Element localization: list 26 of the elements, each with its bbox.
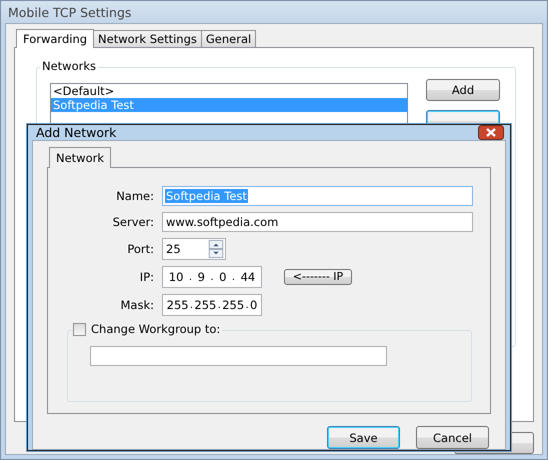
field-label: Mask: (120, 298, 154, 312)
group-label: Networks (40, 59, 98, 73)
spinner-icon[interactable] (208, 240, 224, 258)
tab[interactable]: Network (49, 147, 112, 168)
field-label: Name: (115, 189, 154, 203)
field-label: Server: (112, 215, 154, 229)
cancel-button[interactable]: Cancel (416, 426, 489, 449)
copy-ip-button[interactable]: <------- IP (284, 269, 352, 285)
close-icon[interactable] (478, 125, 504, 140)
ip-field[interactable]: 10 . 9 . 0 . 44 (162, 266, 262, 288)
list-item[interactable]: <Default> (51, 84, 407, 98)
checkbox-label: Change Workgroup to: (91, 322, 220, 336)
tab[interactable]: Network Settings (93, 30, 202, 47)
dialog-title: Add Network (36, 125, 116, 140)
checkbox[interactable] (73, 322, 86, 336)
input-field[interactable] (90, 346, 387, 366)
save-button[interactable]: Save (327, 426, 400, 449)
spin-field[interactable]: 25 (162, 238, 226, 260)
add-button[interactable]: Add (426, 79, 500, 101)
input-field[interactable]: www.softpedia.com (162, 212, 473, 232)
field-label: IP: (138, 270, 154, 284)
tab[interactable]: General (200, 30, 256, 47)
field-label: Port: (126, 242, 154, 256)
window-title: Mobile TCP Settings (8, 4, 132, 20)
tab[interactable]: Forwarding (16, 29, 94, 48)
ip-field[interactable]: 255.255.255.0 (162, 294, 262, 316)
